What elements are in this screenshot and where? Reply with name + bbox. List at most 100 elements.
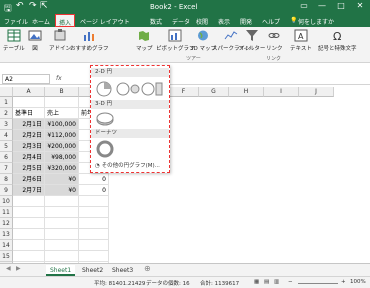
more-pie-charts-link[interactable]: ◔ その他の円グラフ(M)... (95, 161, 160, 169)
cell[interactable] (79, 207, 109, 218)
row-header[interactable]: 10 (0, 196, 13, 207)
addins-button[interactable]: アドイン (49, 29, 71, 52)
column-header[interactable]: H (229, 87, 264, 97)
minimize-icon[interactable]: — (314, 1, 330, 10)
cell[interactable] (45, 196, 79, 207)
cell[interactable]: ¥200,000 (45, 141, 79, 152)
tab-review[interactable]: 校閲 (196, 17, 208, 26)
row-header[interactable]: 12 (0, 218, 13, 229)
cell[interactable] (45, 240, 79, 251)
row-header[interactable]: 5 (0, 141, 13, 152)
cell[interactable] (45, 207, 79, 218)
pie-3d-option[interactable] (95, 111, 115, 127)
cell[interactable]: 2月6日 (13, 174, 45, 185)
tab-insert[interactable]: 挿入 (55, 14, 76, 27)
tab-view[interactable]: 表示 (218, 17, 230, 26)
tell-me-input[interactable]: 何をしますか (298, 17, 334, 26)
tab-page-layout[interactable]: ページ レイアウト (80, 17, 130, 26)
undo-icon[interactable]: ↶ (16, 1, 24, 11)
cell[interactable]: ¥320,000 (45, 163, 79, 174)
tab-developer[interactable]: 開発 (240, 17, 252, 26)
donut-option[interactable] (95, 140, 115, 158)
row-header[interactable]: 13 (0, 229, 13, 240)
row-header[interactable]: 6 (0, 152, 13, 163)
cell[interactable]: 基準日 (13, 108, 45, 119)
select-all-corner[interactable] (0, 87, 13, 97)
cell[interactable]: 0 (79, 185, 109, 196)
cell[interactable] (13, 251, 45, 262)
row-header[interactable]: 8 (0, 174, 13, 185)
cell[interactable]: 2月5日 (13, 163, 45, 174)
cell[interactable]: ¥112,000 (45, 130, 79, 141)
cell[interactable] (13, 218, 45, 229)
next-sheet-icon[interactable]: ▶ (16, 265, 21, 272)
cell[interactable] (13, 207, 45, 218)
ribbon-display-icon[interactable]: ▭ (296, 1, 312, 10)
row-header[interactable]: 3 (0, 119, 13, 130)
zoom-in-icon[interactable]: + (341, 279, 346, 285)
cell[interactable] (45, 97, 79, 108)
recommended-charts-button[interactable]: おすすめグラフ (70, 29, 109, 52)
pie-2d-option[interactable] (96, 81, 112, 97)
cell[interactable]: 2月1日 (13, 119, 45, 130)
row-header[interactable]: 14 (0, 240, 13, 251)
row-header[interactable]: 1 (0, 97, 13, 108)
cell[interactable] (79, 196, 109, 207)
filter-button[interactable]: フィルター (238, 29, 265, 52)
normal-view-icon[interactable]: ▦ (254, 279, 259, 285)
cell[interactable]: ¥100,000 (45, 119, 79, 130)
column-header[interactable]: G (199, 87, 229, 97)
cell[interactable] (13, 240, 45, 251)
tab-help[interactable]: ヘルプ (262, 17, 280, 26)
row-header[interactable]: 4 (0, 130, 13, 141)
column-header[interactable]: J (299, 87, 334, 97)
cursor-icon[interactable]: ⇱ (40, 1, 48, 11)
picture-button[interactable]: 図 (28, 29, 42, 52)
maps-button[interactable]: マップ (136, 29, 153, 52)
cell[interactable] (45, 229, 79, 240)
symbols-button[interactable]: Ω 記号と特殊文字 (318, 29, 357, 52)
fx-label[interactable]: fx (56, 75, 62, 82)
cell[interactable]: 2月4日 (13, 152, 45, 163)
zoom-out-icon[interactable]: − (288, 279, 293, 285)
tab-formulas[interactable]: 数式 (150, 17, 162, 26)
table-button[interactable]: テーブル (3, 29, 25, 52)
redo-icon[interactable]: ↷ (29, 1, 37, 11)
page-break-view-icon[interactable]: ▥ (274, 279, 279, 285)
page-layout-view-icon[interactable]: ▤ (264, 279, 269, 285)
pie-of-pie-option[interactable] (116, 82, 140, 96)
cell[interactable] (13, 97, 45, 108)
row-header[interactable]: 15 (0, 251, 13, 262)
cell[interactable]: ¥98,000 (45, 152, 79, 163)
sheet-tab-2[interactable]: Sheet2 (78, 265, 107, 276)
cell[interactable] (45, 251, 79, 262)
sheet-tab-3[interactable]: Sheet3 (108, 265, 137, 276)
cell[interactable] (79, 229, 109, 240)
cell[interactable]: 2月2日 (13, 130, 45, 141)
cell[interactable]: 2月7日 (13, 185, 45, 196)
bar-of-pie-option[interactable] (141, 82, 163, 96)
name-box[interactable]: A2 (2, 74, 50, 84)
cell[interactable] (79, 251, 109, 262)
cell[interactable]: 0 (79, 174, 109, 185)
cell[interactable] (13, 196, 45, 207)
link-button[interactable]: リンク (266, 29, 283, 52)
zoom-slider[interactable] (298, 283, 338, 284)
cell[interactable]: ¥0 (45, 174, 79, 185)
column-header[interactable]: F (169, 87, 199, 97)
tab-home[interactable]: ホーム (32, 17, 50, 26)
tab-file[interactable]: ファイル (4, 17, 28, 26)
cell[interactable] (79, 240, 109, 251)
column-header[interactable]: A (13, 87, 45, 97)
text-button[interactable]: A テキスト (290, 29, 312, 52)
row-header[interactable]: 9 (0, 185, 13, 196)
row-header[interactable]: 11 (0, 207, 13, 218)
sheet-tab-1[interactable]: Sheet1 (46, 265, 76, 276)
cell[interactable] (13, 229, 45, 240)
pivot-chart-button[interactable]: ピボットグラフ (156, 29, 195, 52)
maximize-icon[interactable]: □ (333, 1, 349, 10)
row-header[interactable]: 7 (0, 163, 13, 174)
column-header[interactable]: I (264, 87, 299, 97)
tab-data[interactable]: データ (172, 17, 190, 26)
prev-sheet-icon[interactable]: ◀ (6, 265, 11, 272)
